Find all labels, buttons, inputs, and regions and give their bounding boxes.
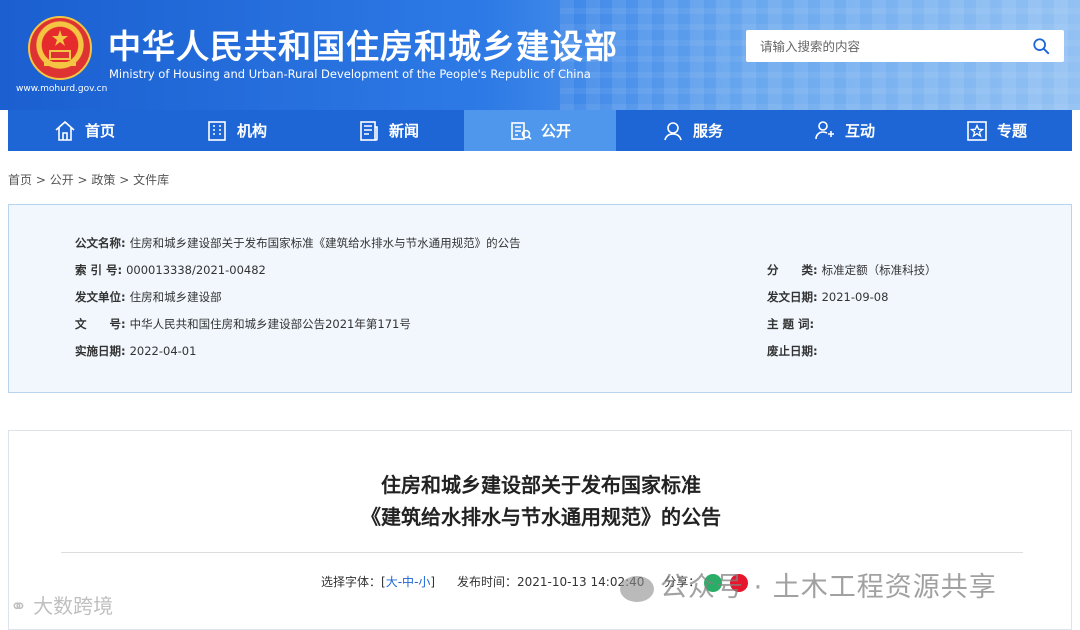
- watermark-left: ⚭ 大数跨境: [10, 594, 114, 618]
- publish-label: 发布时间：: [456, 575, 517, 589]
- info-value: 2022-04-01: [129, 344, 197, 358]
- breadcrumb-separator: >: [73, 173, 92, 187]
- info-row-doc-no: 文 号: 中华人民共和国住房和城乡建设部公告2021年第171号: [75, 316, 411, 332]
- search-icon[interactable]: [1032, 37, 1050, 55]
- info-row-effective: 实施日期: 2022-04-01: [75, 343, 196, 359]
- info-label: 文 号:: [75, 317, 126, 331]
- watermark-right: 公众号 · 土木工程资源共享: [620, 565, 997, 604]
- info-row-index: 索 引 号: 000013338/2021-00482: [75, 262, 266, 278]
- nav-item-topics[interactable]: 专题: [920, 110, 1072, 151]
- nav-label: 新闻: [388, 122, 419, 140]
- info-value: 住房和城乡建设部关于发布国家标准《建筑给水排水与节水通用规范》的公告: [129, 236, 521, 250]
- home-icon: [55, 120, 75, 141]
- main-nav: 首页 机构 新闻 公开 服务 互动 专题: [8, 110, 1072, 151]
- nav-item-news[interactable]: 新闻: [312, 110, 464, 151]
- site-title-en: Ministry of Housing and Urban-Rural Deve…: [109, 67, 591, 81]
- font-size-end: ]: [430, 575, 436, 589]
- info-value: 000013338/2021-00482: [126, 263, 266, 277]
- info-row-repeal: 废止日期:: [767, 343, 822, 359]
- info-label: 实施日期:: [75, 344, 126, 358]
- font-size-medium[interactable]: 中: [402, 575, 414, 589]
- info-value: 2021-09-08: [821, 290, 889, 304]
- info-label: 发文单位:: [75, 290, 126, 304]
- nav-label: 服务: [692, 122, 723, 140]
- breadcrumb-library[interactable]: 文件库: [133, 173, 169, 187]
- breadcrumb-separator: >: [32, 173, 50, 187]
- breadcrumb-policy[interactable]: 政策: [91, 173, 115, 187]
- star-icon: [967, 120, 987, 141]
- info-label: 索 引 号:: [75, 263, 123, 277]
- info-row-issue-date: 发文日期: 2021-09-08: [767, 289, 888, 305]
- nav-item-home[interactable]: 首页: [8, 110, 160, 151]
- nav-item-open[interactable]: 公开: [464, 110, 616, 151]
- info-label: 主 题 词:: [767, 317, 815, 331]
- font-size-label: 选择字体：[: [321, 575, 386, 589]
- document-info-box: 公文名称: 住房和城乡建设部关于发布国家标准《建筑给水排水与节水通用规范》的公告 …: [8, 204, 1072, 393]
- info-label: 发文日期:: [767, 290, 818, 304]
- font-size-large[interactable]: 大: [386, 575, 398, 589]
- title-divider: [61, 552, 1023, 553]
- info-row-subject: 主 题 词:: [767, 316, 818, 332]
- nav-label: 首页: [84, 122, 115, 140]
- article-title-line2: 《建筑给水排水与节水通用规范》的公告: [361, 505, 721, 529]
- document-open-icon: [511, 121, 532, 140]
- article-title-line1: 住房和城乡建设部关于发布国家标准: [381, 473, 701, 497]
- search-box: [746, 30, 1064, 62]
- interaction-icon: [815, 120, 834, 139]
- info-row-issuer: 发文单位: 住房和城乡建设部: [75, 289, 222, 305]
- info-value: 标准定额（标准科技）: [821, 263, 937, 277]
- nav-label: 专题: [996, 122, 1027, 140]
- watermark-logo-icon: ⚭: [10, 594, 34, 618]
- wechat-logo-icon: [620, 575, 654, 602]
- info-label: 公文名称:: [75, 236, 126, 250]
- site-header: www.mohurd.gov.cn 中华人民共和国住房和城乡建设部 Minist…: [0, 0, 1080, 110]
- breadcrumb: 首页 > 公开 > 政策 > 文件库: [8, 171, 169, 188]
- info-value: 中华人民共和国住房和城乡建设部公告2021年第171号: [129, 317, 411, 331]
- national-emblem-icon[interactable]: [28, 16, 92, 80]
- nav-item-organization[interactable]: 机构: [160, 110, 312, 151]
- site-url[interactable]: www.mohurd.gov.cn: [16, 84, 107, 94]
- info-value: 住房和城乡建设部: [129, 290, 222, 304]
- nav-item-service[interactable]: 服务: [616, 110, 768, 151]
- service-icon: [664, 121, 682, 140]
- info-label: 分 类:: [767, 263, 818, 277]
- nav-item-interaction[interactable]: 互动: [768, 110, 920, 151]
- font-size-small[interactable]: 小: [418, 575, 430, 589]
- breadcrumb-separator: >: [115, 173, 134, 187]
- info-row-doc-name: 公文名称: 住房和城乡建设部关于发布国家标准《建筑给水排水与节水通用规范》的公告: [75, 235, 521, 251]
- nav-label: 公开: [540, 122, 571, 140]
- newspaper-icon: [360, 120, 378, 141]
- info-label: 废止日期:: [767, 344, 818, 358]
- breadcrumb-open[interactable]: 公开: [50, 173, 74, 187]
- info-row-category: 分 类: 标准定额（标准科技）: [767, 262, 937, 278]
- search-input[interactable]: [760, 30, 1020, 62]
- building-icon: [208, 120, 226, 141]
- nav-label: 互动: [844, 122, 875, 140]
- breadcrumb-home[interactable]: 首页: [8, 173, 32, 187]
- nav-label: 机构: [236, 122, 267, 140]
- site-title-cn: 中华人民共和国住房和城乡建设部: [108, 27, 618, 66]
